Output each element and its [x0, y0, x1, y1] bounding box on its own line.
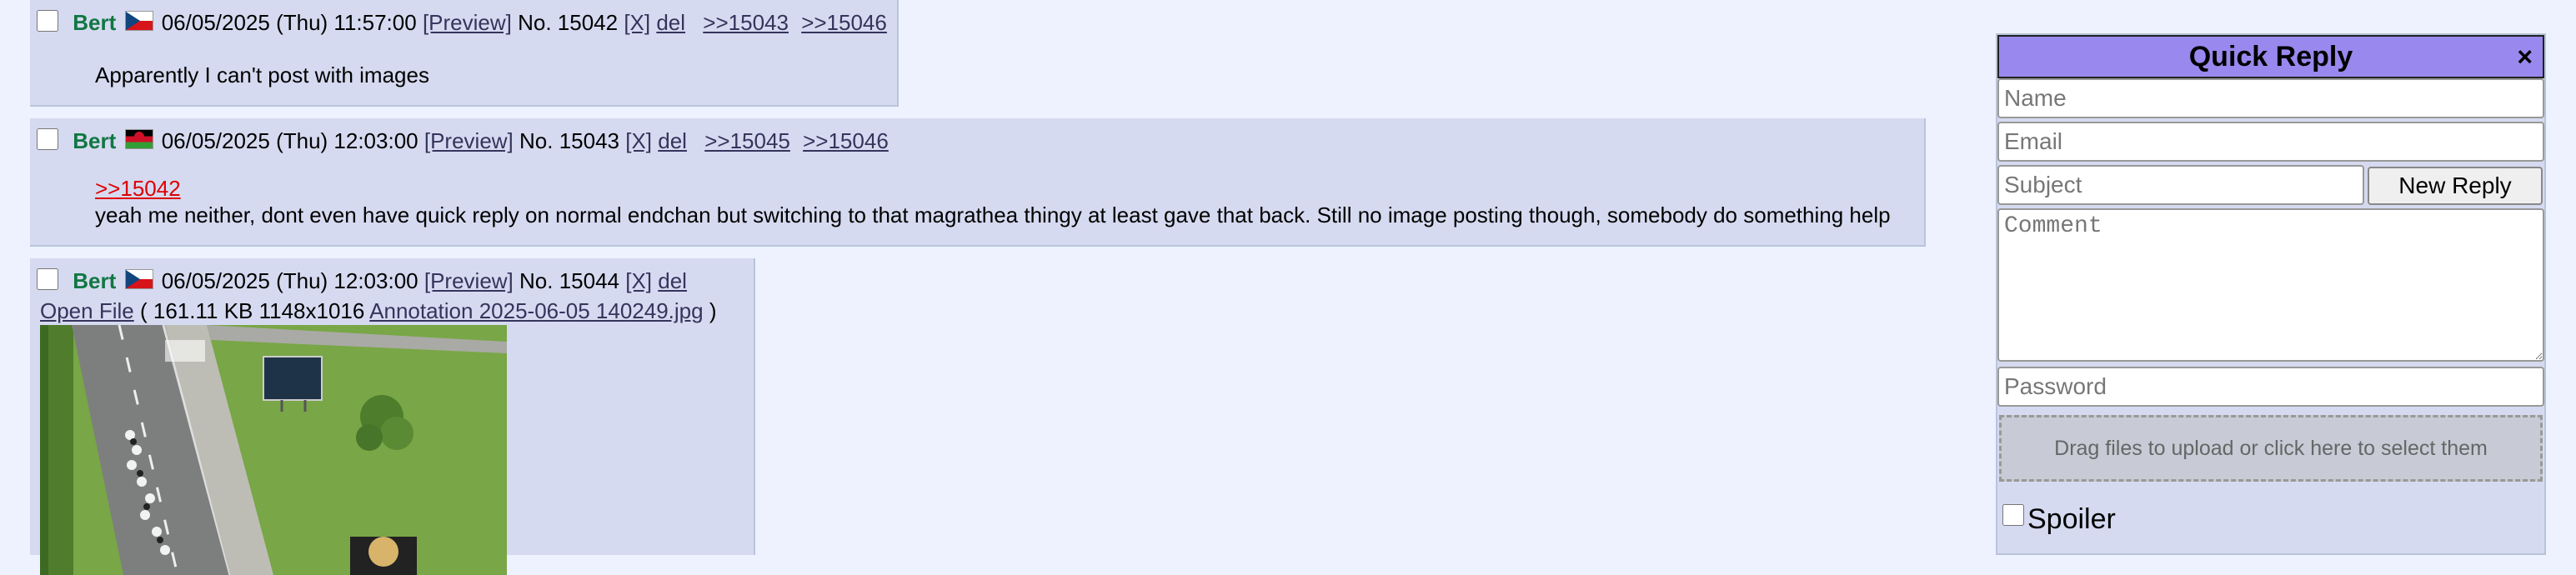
- spoiler-option[interactable]: Spoiler: [2002, 503, 2116, 536]
- file-open-paren: (: [139, 298, 148, 323]
- quick-reply-title: Quick Reply: [2188, 41, 2353, 72]
- backlink[interactable]: >>15045: [704, 128, 790, 153]
- post-number[interactable]: No. 15044: [519, 268, 619, 293]
- post-date: 06/05/2025 (Thu) 12:03:00: [161, 268, 418, 294]
- post-15044: Bert 06/05/2025 (Thu) 12:03:00 [Preview]…: [30, 258, 755, 575]
- poster-name: Bert: [73, 268, 117, 294]
- quick-reply-panel: Quick Reply × New Reply Drag files to up…: [1996, 33, 2546, 555]
- post-number[interactable]: No. 15043: [519, 128, 619, 153]
- poster-name: Bert: [73, 10, 117, 36]
- backlink[interactable]: >>15046: [803, 128, 889, 153]
- quick-reply-header[interactable]: Quick Reply ×: [1997, 35, 2544, 78]
- delete-link[interactable]: del: [656, 10, 685, 35]
- hide-link[interactable]: [X]: [625, 268, 652, 293]
- preview-link[interactable]: [Preview]: [424, 268, 514, 293]
- post-number[interactable]: No. 15042: [518, 10, 618, 35]
- post-date: 06/05/2025 (Thu) 11:57:00: [161, 10, 417, 36]
- subject-field[interactable]: [1997, 165, 2364, 205]
- password-field[interactable]: [1997, 367, 2544, 407]
- comment-field[interactable]: [1997, 208, 2544, 362]
- post-message: yeah me neither, dont even have quick re…: [95, 202, 1891, 228]
- post-15042: Bert 06/05/2025 (Thu) 11:57:00 [Preview]…: [30, 0, 899, 107]
- image-thumbnail[interactable]: [40, 325, 507, 575]
- file-info: Open File ( 161.11 KB 1148x1016 Annotati…: [40, 298, 717, 323]
- post-select-checkbox[interactable]: [37, 268, 58, 290]
- spoiler-checkbox[interactable]: [2002, 504, 2024, 526]
- post-15043: Bert 06/05/2025 (Thu) 12:03:00 [Preview]…: [30, 118, 1926, 247]
- cz-flag-icon: [125, 269, 154, 289]
- close-icon[interactable]: ×: [2517, 37, 2533, 77]
- post-select-checkbox[interactable]: [37, 128, 58, 150]
- mw-flag-icon: [125, 129, 154, 149]
- cz-flag-icon: [125, 11, 154, 31]
- hide-link[interactable]: [X]: [624, 10, 650, 35]
- new-reply-button[interactable]: New Reply: [2368, 167, 2543, 205]
- post-intro: Bert 06/05/2025 (Thu) 12:03:00 [Preview]…: [37, 127, 889, 153]
- backlink[interactable]: >>15043: [703, 10, 789, 35]
- preview-link[interactable]: [Preview]: [424, 128, 514, 153]
- post-message: Apparently I can't post with images: [95, 62, 429, 88]
- post-intro: Bert 06/05/2025 (Thu) 12:03:00 [Preview]…: [37, 267, 687, 293]
- hide-link[interactable]: [X]: [625, 128, 652, 153]
- preview-link[interactable]: [Preview]: [423, 10, 512, 35]
- file-drop-zone[interactable]: Drag files to upload or click here to se…: [1999, 415, 2543, 482]
- spoiler-label: Spoiler: [2027, 503, 2116, 535]
- file-size-dims: 161.11 KB 1148x1016: [153, 298, 365, 323]
- quote-link[interactable]: >>15042: [95, 175, 181, 202]
- file-close-paren: ): [709, 298, 717, 323]
- post-intro: Bert 06/05/2025 (Thu) 11:57:00 [Preview]…: [37, 8, 887, 35]
- email-field[interactable]: [1997, 122, 2544, 162]
- backlink[interactable]: >>15046: [801, 10, 887, 35]
- post-select-checkbox[interactable]: [37, 10, 58, 32]
- file-name-link[interactable]: Annotation 2025-06-05 140249.jpg: [369, 298, 703, 323]
- post-date: 06/05/2025 (Thu) 12:03:00: [161, 128, 418, 154]
- delete-link[interactable]: del: [658, 268, 687, 293]
- open-file-link[interactable]: Open File: [40, 298, 134, 323]
- aerial-road-photo: [40, 325, 507, 575]
- delete-link[interactable]: del: [658, 128, 687, 153]
- name-field[interactable]: [1997, 78, 2544, 118]
- poster-name: Bert: [73, 128, 117, 154]
